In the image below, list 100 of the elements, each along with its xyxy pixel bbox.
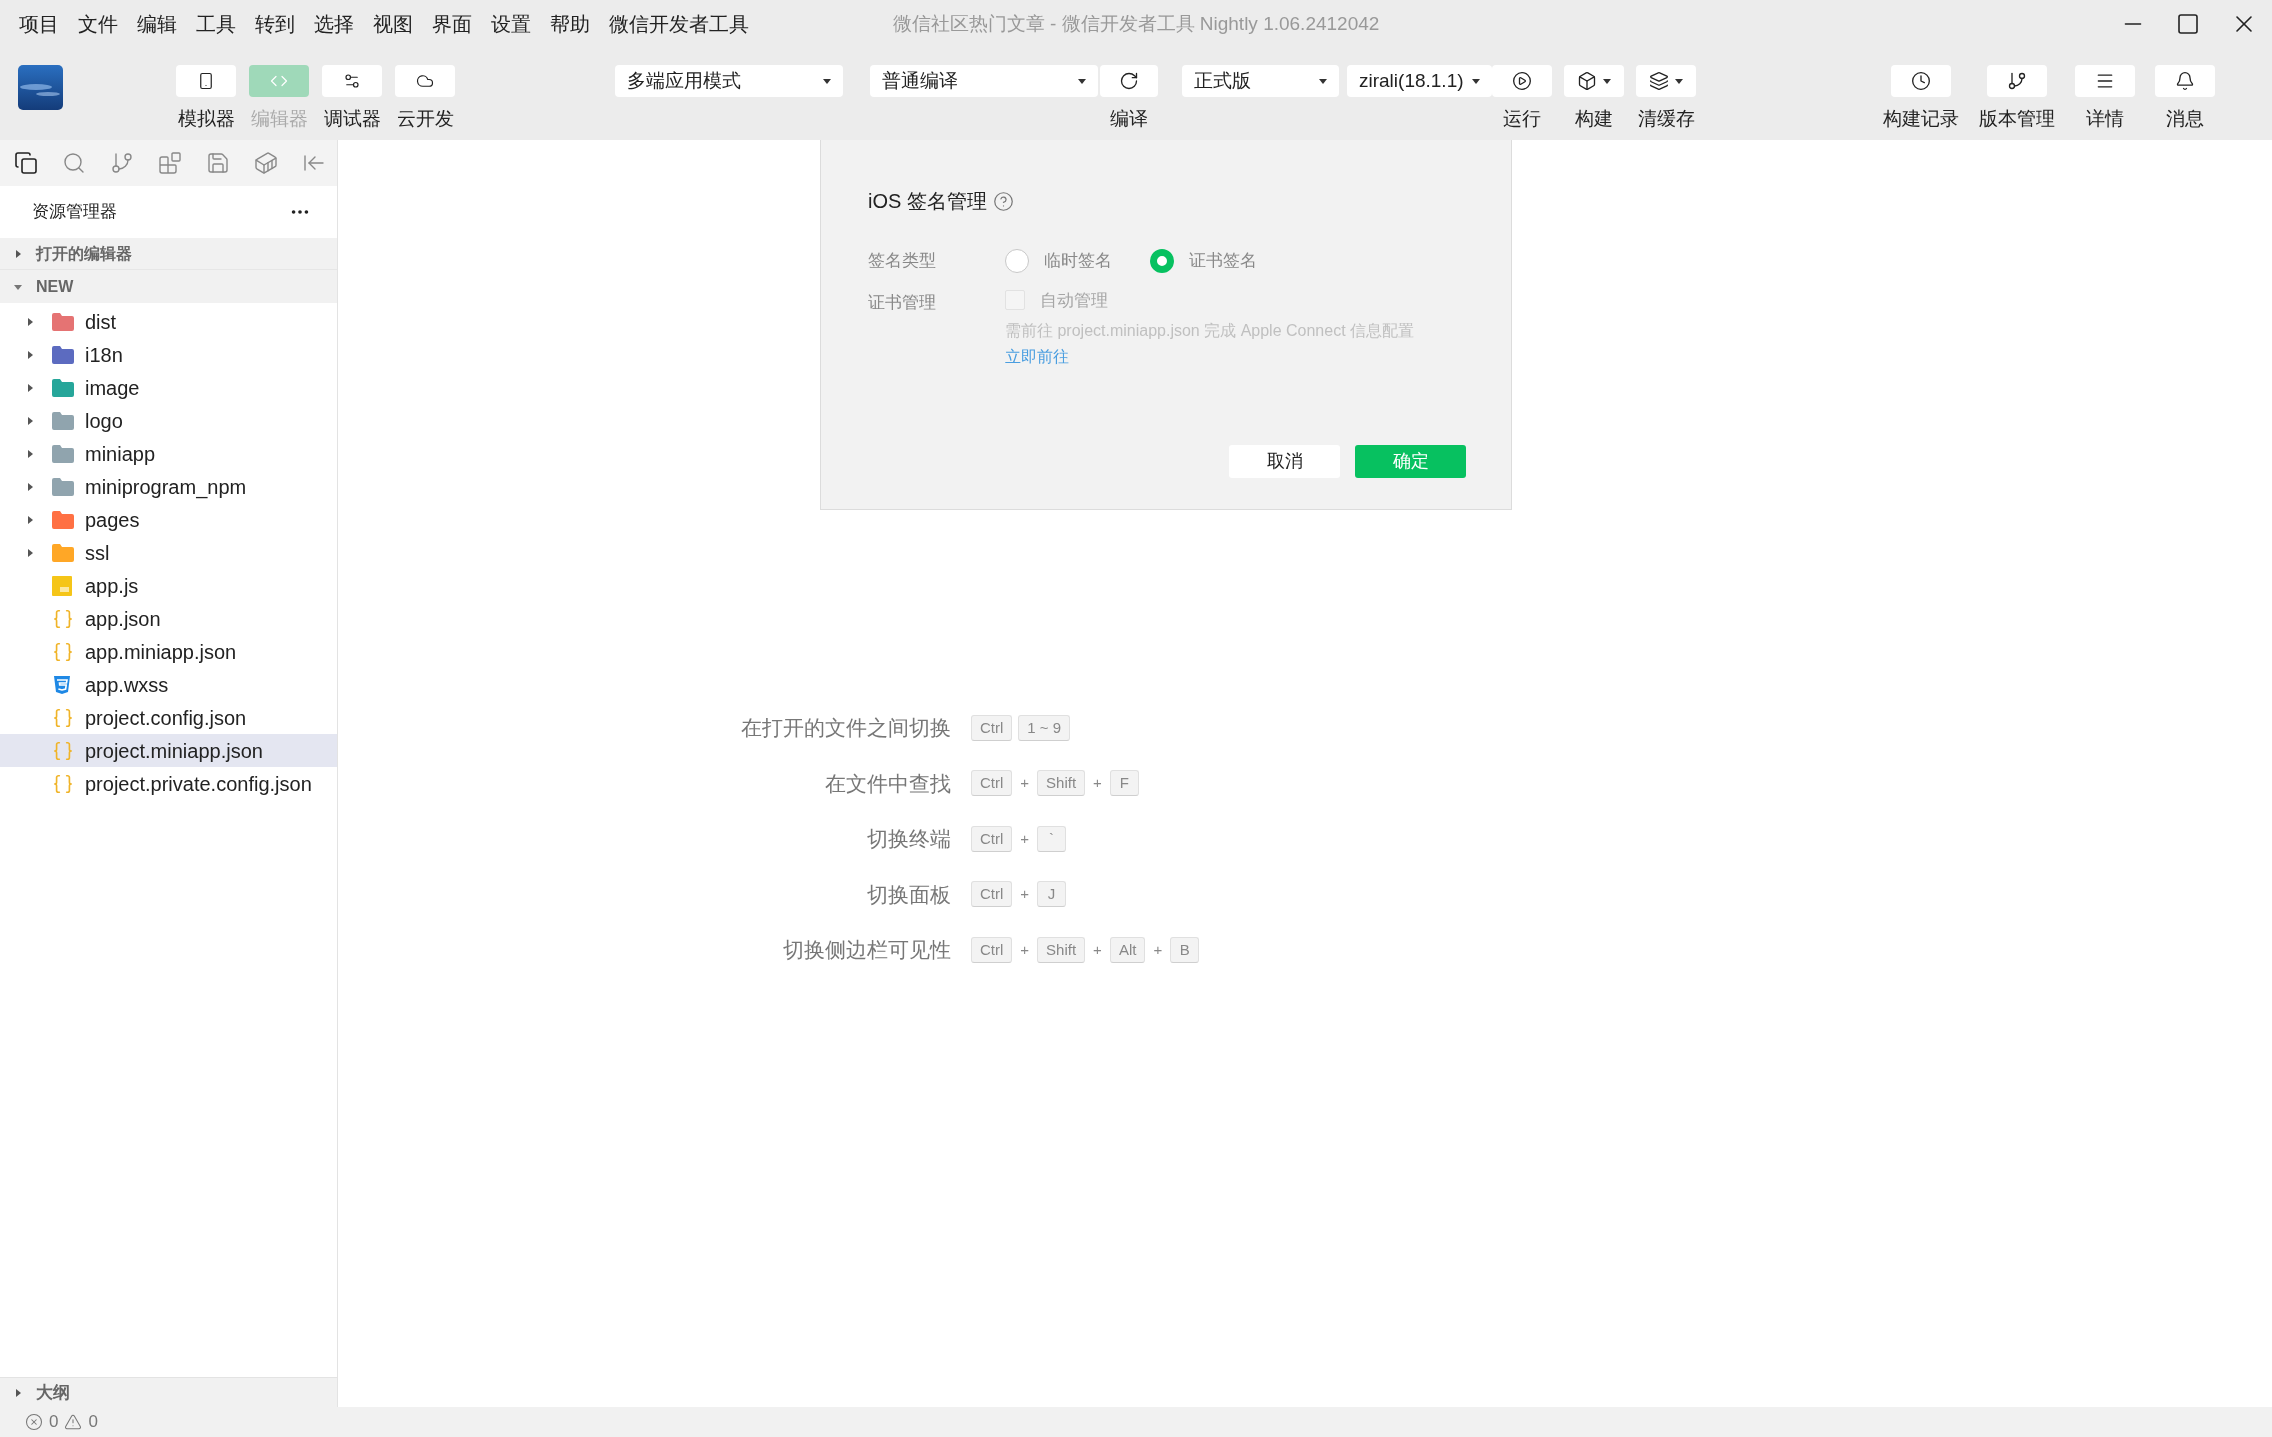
menu-item[interactable]: 编辑 — [137, 9, 177, 39]
warning-icon — [64, 1413, 83, 1431]
toolbar-label: 云开发 — [396, 107, 454, 131]
braces-icon — [52, 772, 74, 795]
menu-item[interactable]: 设置 — [491, 9, 531, 39]
dropdown-button[interactable] — [1636, 65, 1696, 97]
refresh-button[interactable] — [1100, 65, 1158, 97]
debugger-button[interactable] — [322, 65, 382, 97]
caret-icon — [823, 78, 831, 84]
collapsed-arrow-icon[interactable] — [26, 383, 34, 392]
section-header[interactable]: 大纲 — [0, 1377, 337, 1407]
folder-icon — [52, 543, 74, 562]
tree-item[interactable]: app.miniapp.json — [0, 635, 337, 668]
blocks-icon[interactable] — [158, 151, 182, 175]
collapsed-arrow-icon[interactable] — [26, 482, 34, 491]
collapsed-arrow-icon[interactable] — [14, 249, 22, 258]
menu-item[interactable]: 微信开发者工具 — [609, 9, 749, 39]
search-icon[interactable] — [62, 151, 86, 175]
key-cap: J — [1037, 881, 1067, 908]
tree-item[interactable]: image — [0, 371, 337, 404]
folder-icon — [52, 312, 74, 331]
braces-icon — [52, 607, 74, 630]
container-icon[interactable] — [254, 151, 278, 175]
toolbar-label: 调试器 — [323, 107, 381, 131]
version-select[interactable]: 正式版 — [1182, 65, 1339, 97]
cancel-button[interactable]: 取消 — [1229, 445, 1340, 478]
tree-item[interactable]: pages — [0, 503, 337, 536]
tree-item[interactable]: app.js — [0, 569, 337, 602]
menu-item[interactable]: 文件 — [78, 9, 118, 39]
version-control-button[interactable] — [1987, 65, 2047, 97]
key-cap: Ctrl — [971, 881, 1013, 908]
cloud-button[interactable] — [395, 65, 455, 97]
collapsed-arrow-icon[interactable] — [26, 350, 34, 359]
branch-icon[interactable] — [110, 151, 134, 175]
tree-item[interactable]: project.private.config.json — [0, 767, 337, 800]
tree-item[interactable]: app.json — [0, 602, 337, 635]
menu-item[interactable]: 转到 — [255, 9, 295, 39]
key-cap: Ctrl — [971, 825, 1013, 852]
menu-item[interactable]: 帮助 — [550, 9, 590, 39]
menu-item[interactable]: 工具 — [196, 9, 236, 39]
collapsed-arrow-icon[interactable] — [26, 515, 34, 524]
dropdown-button[interactable] — [1564, 65, 1624, 97]
cube-icon — [1577, 71, 1597, 91]
folder-icon — [52, 378, 74, 397]
tree-item[interactable]: miniapp — [0, 437, 337, 470]
mode-select[interactable]: 多端应用模式 — [615, 65, 843, 97]
messages-button[interactable] — [2155, 65, 2215, 97]
files-icon[interactable] — [14, 151, 38, 175]
simulator-button[interactable] — [176, 65, 236, 97]
toolbar-label: 运行 — [1503, 107, 1541, 131]
shortcut-label: 切换终端 — [866, 826, 951, 852]
menu-item[interactable]: 界面 — [432, 9, 472, 39]
folder-icon — [52, 444, 74, 463]
plus-sign: + — [1092, 773, 1103, 793]
collapsed-arrow-icon[interactable] — [26, 416, 34, 425]
maximize-icon[interactable] — [2176, 12, 2200, 36]
braces-icon — [52, 706, 74, 729]
collapsed-arrow-icon[interactable] — [26, 317, 34, 326]
tree-item[interactable]: project.miniapp.json — [0, 734, 337, 767]
help-icon[interactable] — [992, 190, 1014, 212]
section-header[interactable]: 打开的编辑器 — [0, 238, 337, 270]
menu-item[interactable]: 视图 — [373, 9, 413, 39]
tree-item[interactable]: miniprogram_npm — [0, 470, 337, 503]
tree-item[interactable]: app.wxss — [0, 668, 337, 701]
save-icon[interactable] — [206, 151, 230, 175]
compile-select[interactable]: 普通编译 — [870, 65, 1098, 97]
js-file-icon — [52, 575, 72, 596]
tree-item[interactable]: ssl — [0, 536, 337, 569]
plus-sign: + — [1019, 828, 1031, 849]
tree-item[interactable]: dist — [0, 305, 337, 338]
collapsed-arrow-icon[interactable] — [26, 548, 34, 557]
folder-icon — [52, 477, 74, 496]
caret-icon — [1319, 78, 1327, 84]
app-logo — [18, 65, 63, 110]
tree-item[interactable]: logo — [0, 404, 337, 437]
shortcut-label: 切换侧边栏可见性 — [782, 937, 951, 963]
toolbar-label: 清缓存 — [1637, 107, 1695, 131]
toolbar-label: 编译 — [1110, 107, 1148, 131]
sliders-icon — [343, 72, 361, 90]
run-button[interactable] — [1492, 65, 1552, 97]
tree-item[interactable]: i18n — [0, 338, 337, 371]
tree-item[interactable]: project.config.json — [0, 701, 337, 734]
caret-icon — [1603, 78, 1611, 84]
collapsed-arrow-icon[interactable] — [26, 449, 34, 458]
toolbar-label: 消息 — [2166, 107, 2204, 131]
section-header[interactable]: NEW — [0, 270, 337, 303]
device-select[interactable]: zirali(18.1.1) — [1347, 65, 1492, 97]
build-history-button[interactable] — [1891, 65, 1951, 97]
dialog-title: iOS 签名管理 — [868, 189, 987, 214]
toolbar-label: 构建 — [1575, 107, 1613, 131]
plus-sign: + — [1019, 884, 1031, 904]
expanded-arrow-icon[interactable] — [14, 282, 22, 291]
menu-item[interactable]: 项目 — [19, 9, 59, 39]
collapsed-arrow-icon[interactable] — [14, 1388, 22, 1397]
shortcut-label: 切换面板 — [866, 881, 951, 908]
branch-icon — [2007, 71, 2027, 91]
play-icon — [1512, 71, 1532, 91]
key-cap: F — [1109, 770, 1139, 797]
details-button[interactable] — [2075, 65, 2135, 97]
menu-item[interactable]: 选择 — [314, 9, 354, 39]
